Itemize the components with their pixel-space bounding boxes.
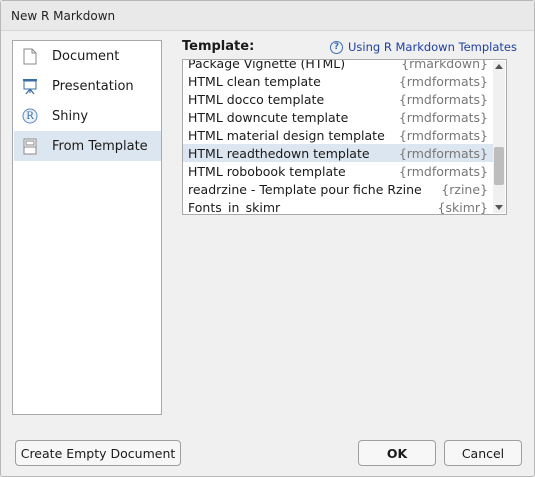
- template-name: Fonts_in_skimr: [188, 199, 281, 215]
- template-row[interactable]: HTML robobook template {rmdformats}: [183, 162, 494, 180]
- document-icon: [22, 47, 38, 65]
- sidebar-item-document[interactable]: Document: [14, 41, 161, 71]
- sidebar-item-label: From Template: [52, 138, 148, 154]
- template-package: {rmdformats}: [398, 163, 488, 179]
- template-row[interactable]: HTML readthedown template {rmdformats}: [183, 144, 494, 162]
- template-package: {skimr}: [437, 199, 488, 215]
- scroll-down-arrow-icon[interactable]: [495, 205, 503, 210]
- scroll-thumb[interactable]: [494, 147, 504, 185]
- help-icon: ?: [330, 40, 343, 54]
- scroll-up-arrow-icon[interactable]: [495, 64, 503, 69]
- template-list[interactable]: Package Vignette (HTML) {rmarkdown} HTML c…: [182, 59, 507, 215]
- template-row[interactable]: readrzine - Template pour fiche Rzine {rz…: [183, 180, 494, 198]
- template-name: HTML docco template: [188, 91, 325, 107]
- template-row[interactable]: HTML material design template {rmdformats…: [183, 126, 494, 144]
- shiny-icon: R: [22, 107, 38, 125]
- create-empty-document-button[interactable]: Create Empty Document: [15, 440, 181, 466]
- template-name: HTML material design template: [188, 127, 385, 143]
- template-name: readrzine - Template pour fiche Rzine: [188, 181, 422, 197]
- template-row[interactable]: Package Vignette (HTML) {rmarkdown}: [183, 59, 494, 72]
- template-name: HTML clean template: [188, 73, 321, 89]
- sidebar-item-label: Document: [52, 48, 120, 64]
- template-name: Package Vignette (HTML): [188, 59, 346, 71]
- cancel-button[interactable]: Cancel: [444, 440, 522, 466]
- ok-button[interactable]: OK: [358, 440, 436, 466]
- template-row[interactable]: Fonts_in_skimr {skimr}: [183, 198, 494, 215]
- sidebar-item-label: Presentation: [52, 78, 134, 94]
- template-list-scrollbar[interactable]: [493, 61, 505, 213]
- template-name: HTML downcute template: [188, 109, 349, 125]
- title-bar[interactable]: New R Markdown: [1, 1, 534, 31]
- template-row[interactable]: HTML docco template {rmdformats}: [183, 90, 494, 108]
- template-label: Template:: [182, 39, 255, 54]
- template-package: {rmarkdown}: [401, 59, 488, 71]
- sidebar-item-from-template[interactable]: From Template: [14, 131, 161, 161]
- template-package: {rmdformats}: [398, 109, 488, 125]
- presentation-icon: [22, 77, 38, 95]
- help-link-text: Using R Markdown Templates: [348, 40, 518, 54]
- template-row[interactable]: HTML clean template {rmdformats}: [183, 72, 494, 90]
- template-package: {rmdformats}: [398, 127, 488, 143]
- format-sidebar: Document Presentation R Shiny From Templ…: [12, 40, 162, 415]
- sidebar-item-shiny[interactable]: R Shiny: [14, 101, 161, 131]
- template-name: HTML readthedown template: [188, 145, 370, 161]
- template-rows: Package Vignette (HTML) {rmarkdown} HTML c…: [183, 59, 494, 215]
- template-package: {rmdformats}: [398, 91, 488, 107]
- template-package: {rmdformats}: [398, 73, 488, 89]
- template-package: {rmdformats}: [398, 145, 488, 161]
- window-title: New R Markdown: [11, 9, 116, 23]
- new-rmarkdown-dialog: New R Markdown Document Presentation R S…: [0, 0, 535, 477]
- sidebar-item-presentation[interactable]: Presentation: [14, 71, 161, 101]
- template-row[interactable]: HTML downcute template {rmdformats}: [183, 108, 494, 126]
- template-icon: [22, 137, 38, 155]
- template-package: {rzine}: [441, 181, 488, 197]
- help-link[interactable]: ? Using R Markdown Templates: [330, 40, 517, 54]
- template-name: HTML robobook template: [188, 163, 346, 179]
- sidebar-item-label: Shiny: [52, 108, 89, 124]
